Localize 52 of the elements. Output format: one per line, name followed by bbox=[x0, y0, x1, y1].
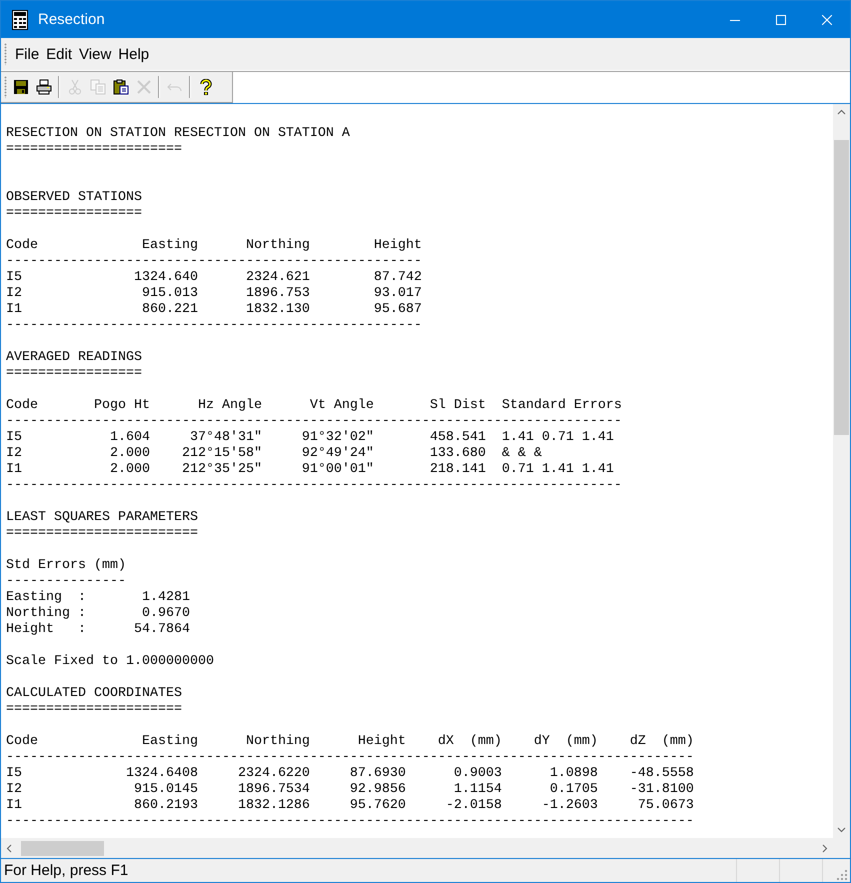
report-line: I5 1.604 37°48'31" 91°32'02" 458.541 1.41 0.71 1.41 bbox=[6, 430, 614, 445]
report-line: -------------------------------------------------------------------------------------- bbox=[6, 750, 694, 765]
report-line: Std Errors (mm) bbox=[6, 558, 126, 573]
report-line: LEAST SQUARES PARAMETERS bbox=[6, 510, 198, 525]
scrollbar-thumb[interactable] bbox=[21, 840, 104, 856]
report-line: Scale Fixed to 1.000000000 bbox=[6, 654, 214, 669]
report-line: Code Easting Northing Height dX (mm) dY (mm) dZ (mm) bbox=[6, 734, 694, 749]
report-line: ----------------------------------------------------------------------------- bbox=[6, 478, 622, 493]
menu-item[interactable]: File bbox=[12, 46, 44, 62]
report-line: Code Pogo Ht Hz Angle Vt Angle Sl Dist Standard Errors bbox=[6, 398, 622, 413]
report-line: I1 860.221 1832.130 95.687 bbox=[6, 302, 422, 317]
report-line: --------------- bbox=[6, 574, 126, 589]
report-line: ================= bbox=[6, 366, 142, 381]
report-line: Easting : 1.4281 bbox=[6, 590, 190, 605]
maximize-icon[interactable] bbox=[776, 14, 786, 24]
report-line: OBSERVED STATIONS bbox=[6, 190, 142, 205]
printer-icon[interactable] bbox=[36, 79, 52, 95]
report-line: ====================== bbox=[6, 702, 182, 717]
status-text: For Help, press F1 bbox=[3, 862, 128, 879]
resize-grip-icon[interactable] bbox=[837, 870, 847, 880]
report-line: ---------------------------------------------------- bbox=[6, 254, 422, 269]
clipboard-icon[interactable] bbox=[112, 79, 128, 95]
vertical-scrollbar[interactable] bbox=[833, 104, 850, 838]
scrollbar-thumb[interactable] bbox=[834, 140, 849, 435]
report-line: I5 1324.6408 2324.6220 87.6930 0.9003 1.0898 -48.5558 bbox=[6, 766, 694, 781]
window-title: Resection bbox=[38, 11, 105, 28]
calculator-icon bbox=[12, 10, 28, 30]
report-line: ---------------------------------------------------- bbox=[6, 318, 422, 333]
report-line: ======================== bbox=[6, 526, 198, 541]
report-line: -------------------------------------------------------------------------------------- bbox=[6, 814, 694, 829]
save-icon[interactable] bbox=[12, 79, 28, 95]
horizontal-scrollbar[interactable] bbox=[1, 838, 833, 858]
report-line: I5 1324.640 2324.621 87.742 bbox=[6, 270, 422, 285]
report-line: Height : 54.7864 bbox=[6, 622, 190, 637]
menu-item[interactable]: Help bbox=[115, 46, 154, 62]
report-line: RESECTION ON STATION RESECTION ON STATION A bbox=[6, 126, 350, 141]
report-line: I2 915.013 1896.753 93.017 bbox=[6, 286, 422, 301]
report-line: CALCULATED COORDINATES bbox=[6, 686, 182, 701]
report-line: I2 915.0145 1896.7534 92.9856 1.1154 0.1705 -31.8100 bbox=[6, 782, 694, 797]
menu-item[interactable]: View bbox=[76, 46, 116, 62]
report-line: ----------------------------------------------------------------------------- bbox=[6, 414, 622, 429]
close-icon[interactable] bbox=[822, 14, 832, 24]
report-line: Code Easting Northing Height bbox=[6, 238, 422, 253]
report-line: I1 860.2193 1832.1286 95.7620 -2.0158 -1.2603 75.0673 bbox=[6, 798, 694, 813]
report-line: Northing : 0.9670 bbox=[6, 606, 190, 621]
menu-item[interactable]: Edit bbox=[43, 46, 76, 62]
report-line: ================= bbox=[6, 206, 142, 221]
report-line: AVERAGED READINGS bbox=[6, 350, 142, 365]
report-line: I1 2.000 212°35'25" 91°00'01" 218.141 0.71 1.41 1.41 bbox=[6, 462, 614, 477]
question-mark-icon[interactable] bbox=[198, 79, 214, 95]
report-line: ====================== bbox=[6, 142, 182, 157]
report-line: I2 2.000 212°15'58" 92°49'24" 133.680 & & & bbox=[6, 446, 542, 461]
